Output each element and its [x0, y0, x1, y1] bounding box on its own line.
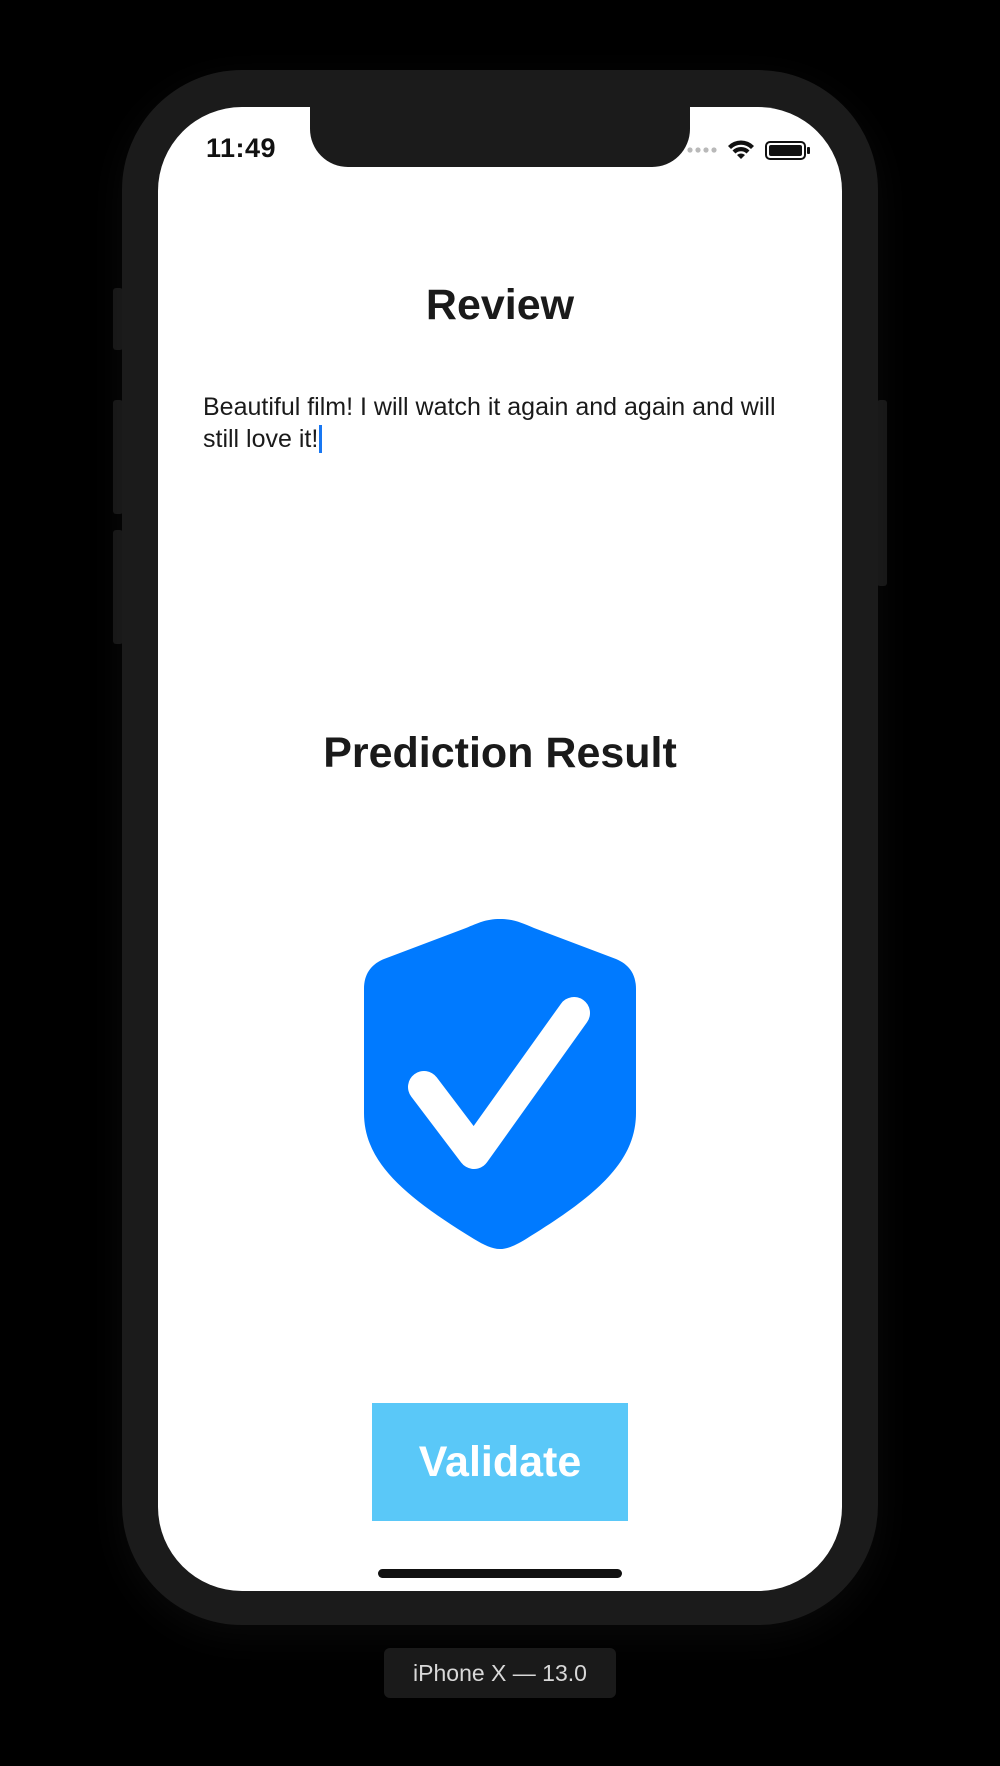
power-button	[877, 400, 887, 586]
device-label: iPhone X — 13.0	[384, 1648, 616, 1698]
review-title: Review	[425, 281, 575, 329]
status-icons	[687, 140, 810, 160]
battery-icon	[765, 141, 810, 160]
prediction-result-title: Prediction Result	[323, 729, 677, 777]
text-caret	[319, 425, 323, 453]
validate-button[interactable]: Validate	[372, 1403, 628, 1521]
phone-screen: 11:49 Review Beautiful film! I will watc…	[158, 107, 842, 1591]
home-indicator[interactable]	[378, 1569, 622, 1578]
simulator-stage: 11:49 Review Beautiful film! I will watc…	[0, 0, 1000, 1766]
review-text: Beautiful film! I will watch it again an…	[203, 393, 776, 453]
status-time: 11:49	[206, 133, 277, 163]
review-text-view[interactable]: Beautiful film! I will watch it again an…	[203, 391, 803, 455]
signal-dots-icon	[687, 147, 717, 153]
notch	[310, 107, 690, 167]
wifi-icon	[728, 140, 754, 159]
shield-check-icon	[364, 919, 636, 1249]
